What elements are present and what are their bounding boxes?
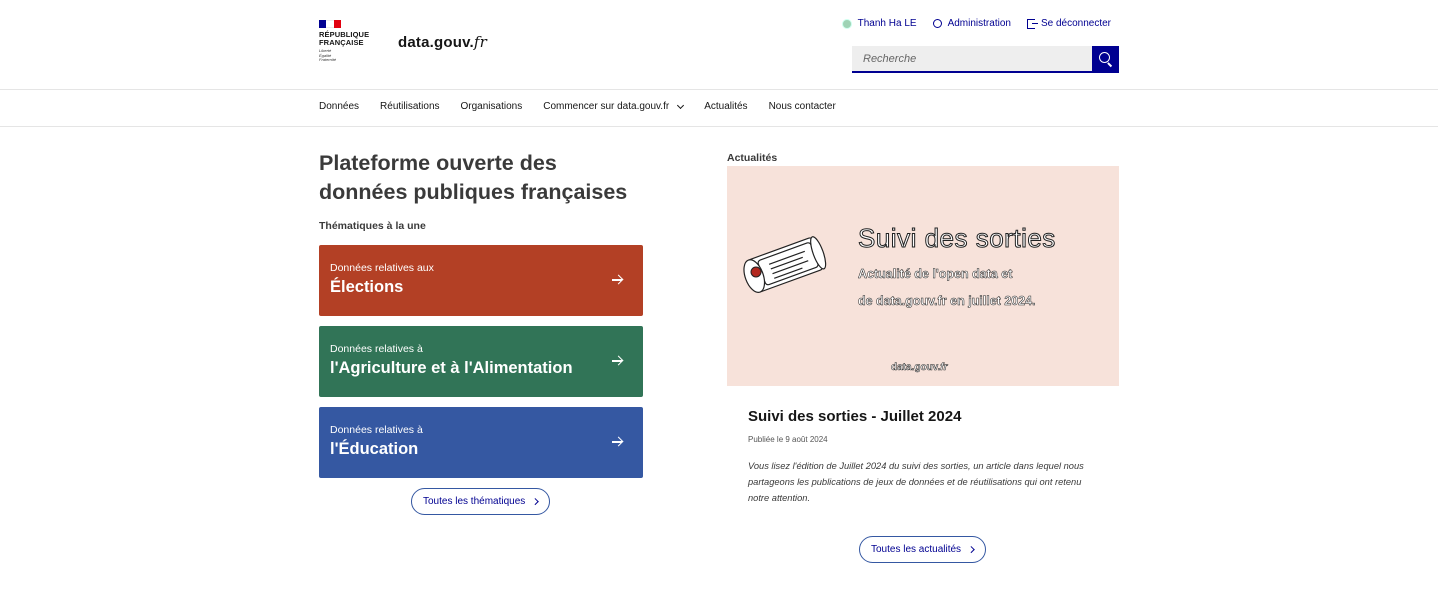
administration-link[interactable]: Administration [932, 18, 1011, 29]
main-navigation: Données Réutilisations Organisations Com… [0, 90, 1438, 127]
nav-item-commencer[interactable]: Commencer sur data.gouv.fr [543, 101, 685, 112]
nav-label: Nous contacter [768, 101, 836, 112]
site-header: RÉPUBLIQUE FRANÇAISE Liberté Égalité Fra… [0, 0, 1438, 90]
cover-brand-ext: fr [940, 362, 948, 374]
news-heading: Actualités [727, 152, 778, 164]
search-input[interactable] [852, 46, 1092, 73]
theme-card-prefix: Données relatives à [330, 343, 423, 355]
logout-label: Se déconnecter [1040, 18, 1111, 29]
page-title: Plateforme ouverte des données publiques… [319, 151, 628, 204]
chevron-right-icon [532, 498, 539, 505]
cover-subtitle-2: de data.gouv.fr en juillet 2024. [858, 294, 1036, 309]
cover-brand: data.gouv.fr [891, 362, 948, 374]
nav-item-organisations[interactable]: Organisations [461, 101, 523, 112]
header-tools: Thanh Ha LE Administration Se déconnecte… [841, 18, 1111, 29]
theme-card-education[interactable]: Données relatives à l'Éducation [319, 407, 643, 478]
gear-icon [932, 19, 942, 28]
themes-heading: Thématiques à la une [319, 220, 426, 232]
nav-item-donnees[interactable]: Données [319, 101, 359, 112]
arrow-right-icon [612, 355, 622, 367]
arrow-right-icon [612, 436, 622, 448]
marianne-flag-icon [319, 20, 341, 28]
cover-subtitle-1: Actualité de l'open data et [858, 267, 1013, 282]
theme-card-title: l'Agriculture et à l'Alimentation [330, 359, 573, 377]
administration-label: Administration [947, 18, 1011, 29]
nav-label: Données [319, 101, 360, 112]
newspaper-icon [743, 236, 827, 293]
theme-card-elections[interactable]: Données relatives aux Élections [319, 245, 643, 316]
all-themes-label: Toutes les thématiques [423, 496, 526, 507]
news-article-description: Vous lisez l'édition de Juillet 2024 du … [748, 461, 1084, 503]
site-name-ext: fr [473, 33, 488, 51]
user-profile-link[interactable]: Thanh Ha LE [841, 18, 917, 29]
search-bar [852, 46, 1119, 73]
theme-card-prefix: Données relatives aux [330, 262, 434, 274]
nav-label: Organisations [460, 101, 523, 112]
site-name-link[interactable]: data.gouv.fr [398, 33, 487, 51]
chevron-right-icon [968, 546, 975, 553]
nav-label: Commencer sur data.gouv.fr [543, 101, 670, 112]
republique-francaise-logo[interactable]: RÉPUBLIQUE FRANÇAISE Liberté Égalité Fra… [319, 20, 379, 68]
nav-item-actualites[interactable]: Actualités [704, 101, 747, 112]
avatar-icon [841, 18, 852, 29]
news-article-date: Publiée le 9 août 2024 [748, 435, 828, 444]
nav-item-reutilisations[interactable]: Réutilisations [380, 101, 439, 112]
news-article-title[interactable]: Suivi des sorties - Juillet 2024 [748, 408, 961, 425]
news-cover-image[interactable]: Suivi des sorties Actualité de l'open da… [727, 166, 1119, 386]
theme-card-title: Élections [330, 278, 404, 296]
motto-fraternite: Fraternité [319, 57, 337, 62]
user-name: Thanh Ha LE [857, 18, 917, 29]
arrow-right-icon [612, 274, 622, 286]
search-button[interactable] [1092, 46, 1119, 73]
theme-card-prefix: Données relatives à [330, 424, 423, 436]
nav-label: Réutilisations [380, 101, 440, 112]
theme-card-agriculture[interactable]: Données relatives à l'Agriculture et à l… [319, 326, 643, 397]
all-news-label: Toutes les actualités [871, 544, 962, 555]
nav-label: Actualités [704, 101, 748, 112]
all-news-button[interactable]: Toutes les actualités [859, 536, 986, 563]
republic-line-2: FRANÇAISE [319, 38, 364, 47]
site-name-main: data.gouv. [398, 34, 474, 51]
theme-card-title: l'Éducation [330, 440, 419, 458]
logout-icon [1026, 18, 1038, 29]
cover-title: Suivi des sorties [858, 223, 1056, 254]
logout-link[interactable]: Se déconnecter [1026, 18, 1111, 29]
cover-brand-main: data.gouv. [891, 362, 941, 374]
chevron-down-icon [677, 101, 685, 109]
all-themes-button[interactable]: Toutes les thématiques [411, 488, 550, 515]
nav-item-contact[interactable]: Nous contacter [769, 101, 836, 112]
